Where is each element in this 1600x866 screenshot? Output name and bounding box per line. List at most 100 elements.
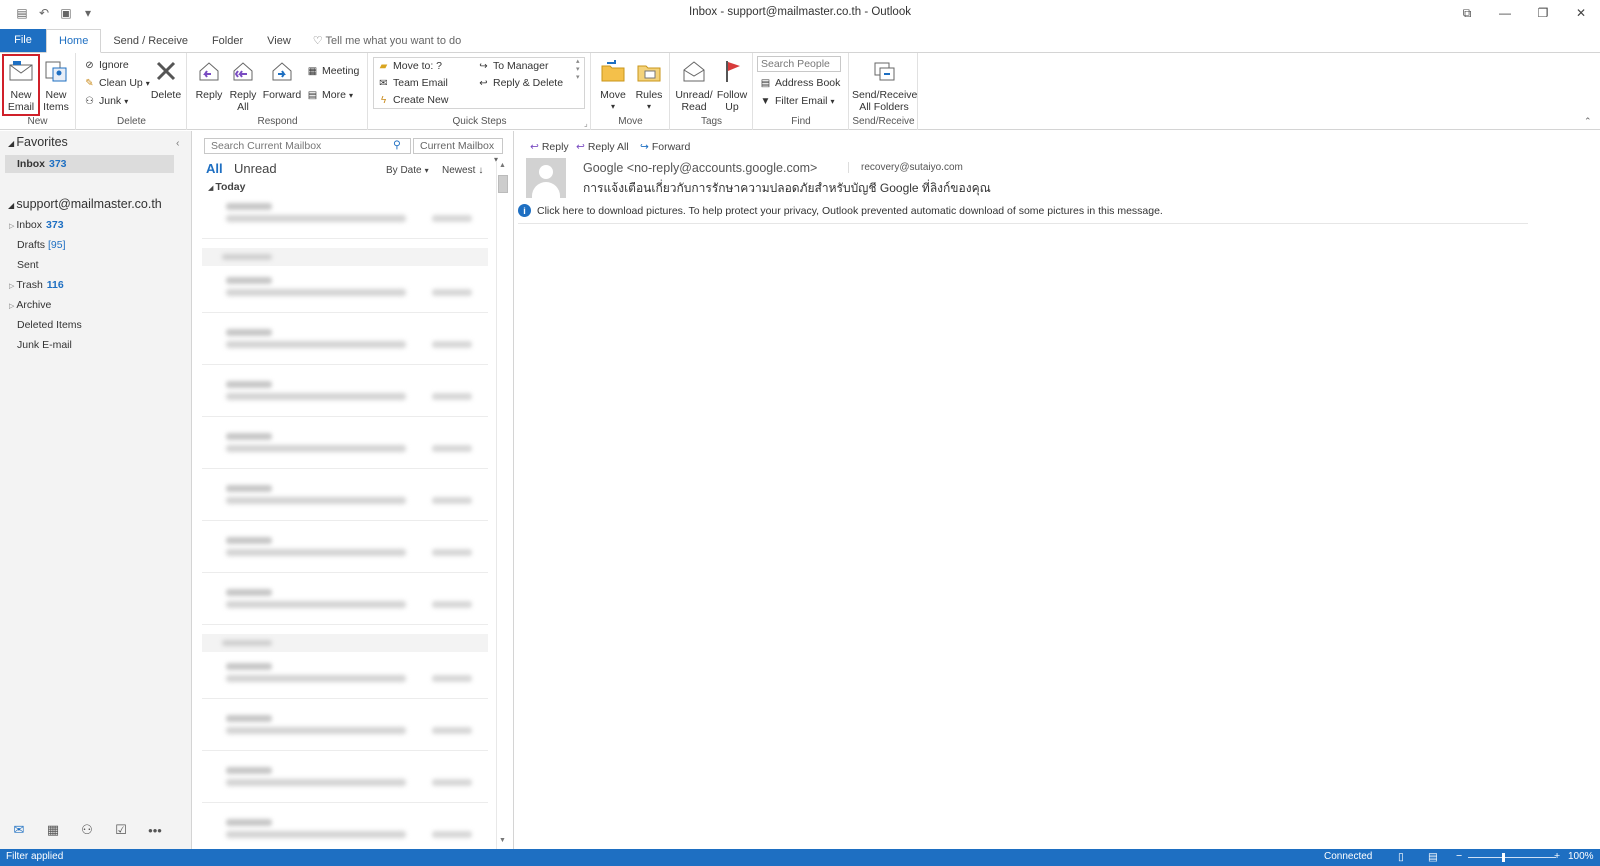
zoom-slider-thumb[interactable] (1502, 853, 1505, 862)
list-item[interactable] (202, 373, 488, 417)
new-items-button[interactable]: New Items (40, 57, 72, 113)
message-list-scrollbar[interactable]: ▲ ▼ (496, 161, 508, 849)
filter-unread[interactable]: Unread (234, 161, 277, 176)
list-item[interactable] (202, 655, 488, 699)
folder-trash[interactable]: ▷ Trash 116 (9, 279, 64, 291)
quick-step-move-to[interactable]: ▰ Move to: ? (377, 60, 442, 72)
to-manager-icon: ↪ (479, 60, 488, 72)
reading-reply-all-button[interactable]: ↩ Reply All (576, 141, 629, 153)
ignore-button[interactable]: ⊘ Ignore (83, 59, 128, 71)
quick-steps-scroll[interactable]: ▴ ▾ ▾ (576, 57, 580, 81)
list-item[interactable] (202, 195, 488, 239)
mail-icon[interactable]: ✉ (10, 822, 28, 838)
list-item[interactable] (202, 269, 488, 313)
people-icon[interactable]: ⚇ (78, 822, 96, 838)
tasks-icon[interactable]: ☑ (112, 822, 130, 838)
tab-file[interactable]: File (0, 29, 46, 52)
search-mailbox-input[interactable]: Search Current Mailbox (204, 138, 411, 154)
folder-sent[interactable]: Sent (17, 259, 39, 271)
delete-button[interactable]: Delete (149, 57, 183, 101)
forward-button[interactable]: Forward (263, 57, 301, 101)
favorites-inbox[interactable]: Inbox 373 (17, 158, 67, 170)
sort-order[interactable]: Newest ↓ (442, 165, 483, 176)
recipient[interactable]: recovery@sutaiyo.com (848, 162, 963, 173)
new-email-highlight (2, 54, 40, 116)
send-receive-all-button[interactable]: Send/Receive All Folders (852, 57, 917, 113)
tab-home[interactable]: Home (46, 29, 102, 53)
scroll-up-icon[interactable]: ▲ (499, 162, 506, 169)
folder-junk[interactable]: Junk E-mail (17, 339, 72, 351)
search-people-input[interactable]: Search People (757, 56, 841, 72)
tab-view[interactable]: View (255, 30, 303, 52)
more-modules-icon[interactable]: ••• (146, 823, 164, 838)
filter-email-button[interactable]: ▼ Filter Email ▾ (759, 95, 835, 107)
meeting-button[interactable]: ▦ Meeting (306, 65, 360, 77)
tab-send-receive[interactable]: Send / Receive (101, 30, 200, 52)
download-pictures-infobar[interactable]: i Click here to download pictures. To hel… (518, 204, 1528, 224)
quick-steps-dialog-launcher-icon[interactable]: ⌟ (584, 119, 588, 128)
list-item[interactable] (202, 529, 488, 573)
zoom-slider[interactable] (1468, 857, 1556, 858)
filter-all[interactable]: All (206, 161, 223, 176)
folder-deleted-items[interactable]: Deleted Items (17, 319, 82, 331)
reading-pane: ↩ Reply ↩ Reply All ↪ Forward Google <no-re… (516, 131, 1600, 849)
title-bar: ▤ ↶ ▣ ▾ Inbox - support@mailmaster.co.th… (0, 0, 1600, 26)
favorites-header[interactable]: ◢ Favorites (8, 135, 68, 149)
minimize-folder-pane-icon[interactable]: ‹ (176, 137, 180, 149)
list-item[interactable] (202, 581, 488, 625)
reply-button[interactable]: Reply (194, 57, 224, 101)
send-receive-icon (870, 57, 898, 85)
zoom-in-icon[interactable]: + (1554, 850, 1560, 862)
zoom-level[interactable]: 100% (1568, 851, 1594, 862)
unread-read-button[interactable]: Unread/ Read (675, 57, 713, 113)
quick-step-create-new[interactable]: ϟ Create New (377, 94, 449, 106)
list-item[interactable] (202, 759, 488, 803)
ribbon-display-options-icon[interactable]: ⧉ (1448, 0, 1486, 26)
search-scope-dropdown[interactable]: Current Mailbox ▾ (413, 138, 503, 164)
reading-reply-button[interactable]: ↩ Reply (530, 141, 569, 153)
quick-step-team-email[interactable]: ✉ Team Email (377, 77, 448, 89)
close-icon[interactable]: ✕ (1562, 0, 1600, 26)
status-filter: Filter applied (6, 851, 64, 862)
quick-step-to-manager[interactable]: ↪ To Manager (477, 60, 548, 72)
status-bar: Filter applied Connected ▯ ▤ − + 100% (0, 849, 1600, 866)
rules-button[interactable]: Rules ▾ (632, 57, 666, 113)
ribbon-tabs: File Home Send / Receive Folder View ♡ T… (0, 29, 1600, 53)
reply-all-button[interactable]: Reply All (228, 57, 258, 113)
more-icon: ▤ (307, 89, 318, 101)
account-header[interactable]: ◢ support@mailmaster.co.th (8, 197, 162, 211)
sort-by-date[interactable]: By Date ▾ (386, 165, 429, 176)
list-item[interactable] (202, 321, 488, 365)
follow-up-button[interactable]: Follow Up (715, 57, 749, 113)
tell-me-box[interactable]: ♡ Tell me what you want to do (303, 30, 461, 52)
quick-step-reply-delete[interactable]: ↩ Reply & Delete (477, 77, 563, 89)
folder-drafts[interactable]: Drafts [95] (17, 239, 66, 251)
scrollbar-thumb[interactable] (498, 175, 508, 193)
normal-view-icon[interactable]: ▯ (1398, 851, 1404, 863)
more-button[interactable]: ▤ More ▾ (306, 89, 353, 101)
list-group-header[interactable] (202, 634, 488, 652)
list-item[interactable] (202, 477, 488, 521)
junk-button[interactable]: ⚇ Junk ▾ (83, 95, 128, 107)
folder-inbox[interactable]: ▷ Inbox 373 (9, 219, 64, 231)
reading-view-icon[interactable]: ▤ (1428, 851, 1438, 863)
group-today[interactable]: ◢ Today (208, 181, 245, 193)
search-icon[interactable]: ⚲ (393, 139, 401, 151)
calendar-icon[interactable]: ▦ (44, 822, 62, 838)
clean-up-button[interactable]: ✎ Clean Up ▾ (83, 77, 150, 89)
restore-icon[interactable]: ❐ (1524, 0, 1562, 26)
scroll-down-icon[interactable]: ▼ (499, 837, 506, 844)
move-button[interactable]: Move ▾ (596, 57, 630, 113)
list-group-header[interactable] (202, 248, 488, 266)
address-book-button[interactable]: ▤ Address Book (759, 77, 841, 89)
folder-archive[interactable]: ▷ Archive (9, 299, 51, 311)
reading-forward-button[interactable]: ↪ Forward (640, 141, 690, 153)
sender[interactable]: Google <no-reply@accounts.google.com> (583, 161, 817, 175)
zoom-out-icon[interactable]: − (1456, 850, 1462, 862)
collapse-ribbon-icon[interactable]: ⌃ (1584, 116, 1592, 127)
list-item[interactable] (202, 707, 488, 751)
tab-folder[interactable]: Folder (200, 30, 255, 52)
group-delete: ⊘ Ignore ✎ Clean Up ▾ ⚇ Junk ▾ Delete Delete (77, 53, 187, 130)
list-item[interactable] (202, 425, 488, 469)
minimize-icon[interactable]: — (1486, 0, 1524, 26)
